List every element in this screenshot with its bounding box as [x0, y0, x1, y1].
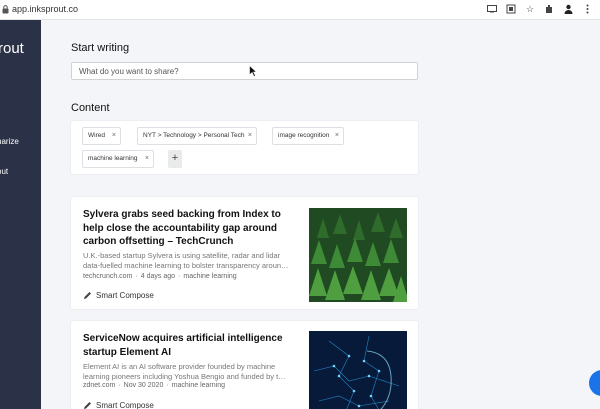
menu-icon[interactable]: [582, 3, 592, 15]
remove-tag-icon[interactable]: ×: [145, 155, 149, 162]
add-tag-button[interactable]: +: [168, 150, 182, 168]
content-heading: Content: [71, 102, 110, 114]
tag-chip[interactable]: image recognition ×: [272, 127, 344, 145]
article-title[interactable]: Sylvera grabs seed backing from Index to…: [83, 208, 295, 249]
main-content: Start writing What do you want to share?…: [41, 20, 600, 409]
smart-compose-button[interactable]: Smart Compose: [83, 401, 154, 409]
sidebar-item-summarize[interactable]: narize: [0, 137, 19, 146]
article-thumbnail-forest[interactable]: [309, 208, 407, 302]
remove-tag-icon[interactable]: ×: [112, 132, 116, 139]
tag-label: machine learning: [88, 155, 138, 162]
tag-chip[interactable]: machine learning ×: [82, 150, 154, 168]
article-topic: machine learning: [171, 382, 225, 389]
tag-chip[interactable]: Wired ×: [82, 127, 121, 145]
tag-label: Wired: [88, 132, 105, 139]
article-meta: techcrunch.com · 4 days ago · machine learni…: [83, 273, 237, 280]
article-source[interactable]: zdnet.com: [83, 382, 115, 389]
start-writing-heading: Start writing: [71, 42, 130, 54]
pencil-icon: [84, 402, 91, 409]
lock-icon: [2, 5, 9, 14]
tag-label: NYT > Technology > Personal Tech: [143, 132, 245, 139]
compose-input[interactable]: What do you want to share?: [71, 62, 418, 80]
browser-toolbar: app.inksprout.co ☆: [0, 0, 600, 20]
smart-compose-label: Smart Compose: [96, 401, 154, 409]
article-time: 4 days ago: [140, 273, 176, 280]
article-description: Element AI is an AI software provider fo…: [83, 362, 286, 381]
star-icon[interactable]: ☆: [525, 3, 535, 15]
mouse-cursor-icon: [249, 65, 257, 77]
sidebar-item-about[interactable]: out: [0, 167, 8, 176]
remove-tag-icon[interactable]: ×: [248, 132, 252, 139]
article-card[interactable]: ServiceNow acquires artificial intellige…: [71, 321, 418, 409]
pencil-icon: [84, 292, 91, 299]
remove-tag-icon[interactable]: ×: [335, 132, 339, 139]
article-topic: machine learning: [183, 273, 237, 280]
article-meta: zdnet.com · Nov 30 2020 · machine learning: [83, 382, 225, 389]
profile-icon[interactable]: [563, 3, 573, 15]
article-card[interactable]: Sylvera grabs seed backing from Index to…: [71, 197, 418, 309]
content-tags-card: Wired × NYT > Technology > Personal Tech…: [71, 121, 418, 174]
sidebar: rout narize out t: [0, 20, 41, 409]
extension-icon[interactable]: [506, 3, 516, 15]
smart-compose-label: Smart Compose: [96, 291, 154, 300]
puzzle-icon[interactable]: [544, 3, 554, 15]
article-source[interactable]: techcrunch.com: [83, 273, 132, 280]
tag-label: image recognition: [278, 132, 330, 139]
article-description: U.K.-based startup Sylvera is using sate…: [83, 251, 289, 270]
smart-compose-button[interactable]: Smart Compose: [83, 291, 154, 300]
address-bar[interactable]: app.inksprout.co: [12, 4, 78, 14]
brand-logo[interactable]: rout: [0, 40, 24, 57]
article-thumbnail-ai-face[interactable]: [309, 331, 407, 409]
tag-chip[interactable]: NYT > Technology > Personal Tech ×: [137, 127, 257, 145]
cast-icon[interactable]: [487, 3, 497, 15]
article-time: Nov 30 2020: [123, 382, 164, 389]
article-title[interactable]: ServiceNow acquires artificial intellige…: [83, 332, 295, 359]
